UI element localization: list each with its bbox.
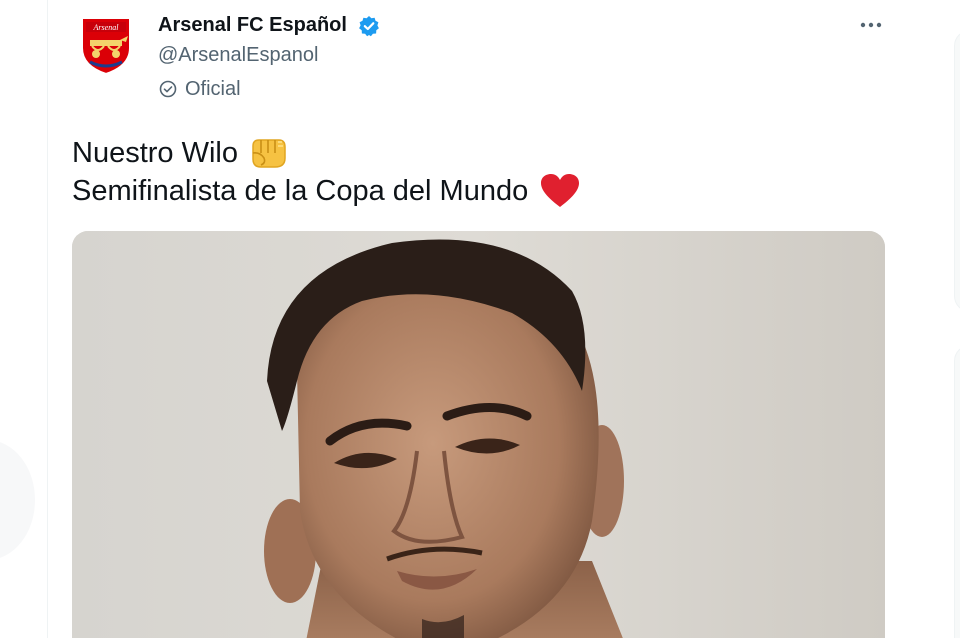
sidebar-card	[954, 30, 960, 312]
arsenal-crest-icon: Arsenal	[81, 17, 131, 76]
crest-text: Arsenal	[93, 23, 120, 32]
player-portrait-image	[72, 231, 885, 638]
tweet-line: Semifinalista de la Copa del Mundo	[72, 172, 580, 210]
right-sidebar	[910, 0, 960, 638]
tweet-text: Nuestro Wilo Semifinalista de la Copa de…	[72, 134, 580, 210]
official-badge: Oficial	[158, 76, 241, 102]
verified-badge-icon	[359, 16, 379, 37]
left-gutter	[0, 0, 46, 638]
avatar[interactable]: Arsenal	[78, 14, 134, 76]
more-options-icon	[860, 22, 882, 28]
official-check-icon	[159, 80, 177, 98]
user-handle[interactable]: @ArsenalEspanol	[158, 42, 318, 68]
left-panel-edge	[0, 440, 35, 560]
official-label: Oficial	[185, 78, 241, 100]
page: Arsenal Arsenal FC Español @ArsenalEspan…	[0, 0, 960, 638]
oncoming-fist-emoji	[252, 139, 286, 168]
tweet-line-2: Semifinalista de la Copa del Mundo	[72, 175, 529, 207]
sidebar-card	[954, 345, 960, 638]
red-heart-emoji	[541, 174, 580, 207]
tweet-line-1: Nuestro Wilo	[72, 137, 238, 169]
tweet-media-photo[interactable]	[72, 231, 885, 638]
display-name[interactable]: Arsenal FC Español	[158, 12, 347, 38]
more-options-button[interactable]	[852, 12, 890, 38]
tweet-line: Nuestro Wilo	[72, 134, 580, 172]
